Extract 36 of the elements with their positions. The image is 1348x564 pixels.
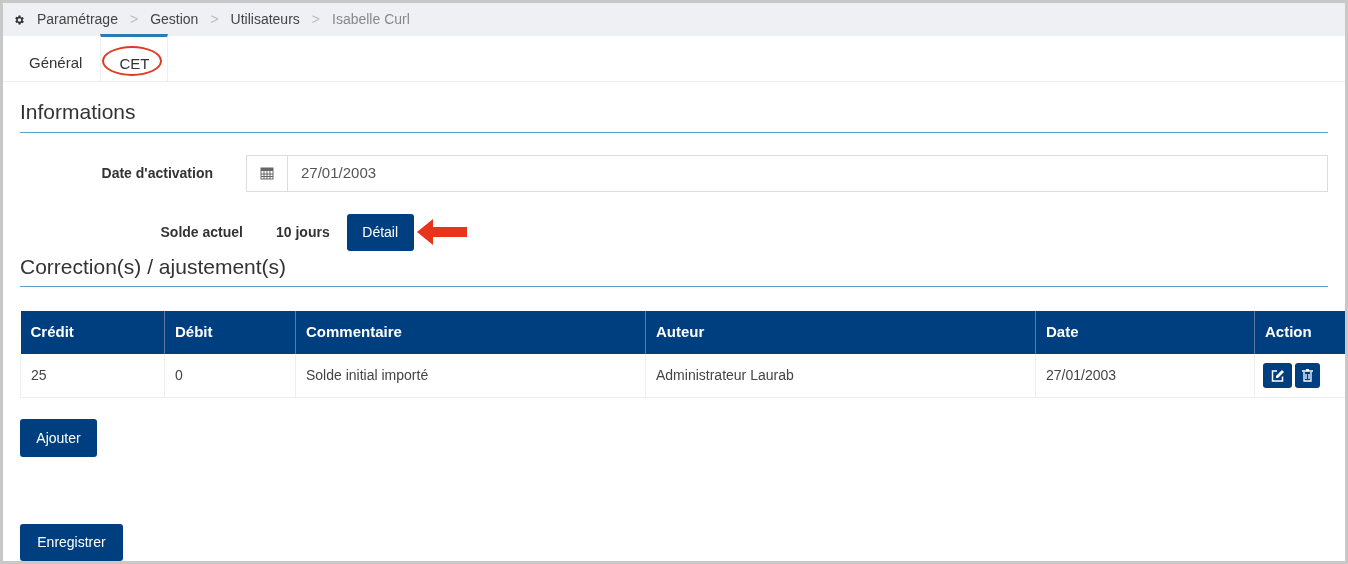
breadcrumb-link[interactable]: Utilisateurs [230,9,300,30]
breadcrumb-link[interactable]: Gestion [150,9,199,30]
table-cell: Administrateur Laurab [645,353,1036,398]
tab[interactable]: Général [11,36,101,81]
detail-button[interactable]: Détail [346,213,414,251]
column-header: Auteur [645,311,1036,354]
save-button[interactable]: Enregistrer [20,524,123,561]
delete-button[interactable] [1295,362,1320,388]
trash-icon [1302,368,1313,382]
balance-value: 10 jours [276,222,330,242]
add-button[interactable]: Ajouter [20,419,97,457]
date-field[interactable]: 27/01/2003 [246,154,1328,192]
breadcrumb-separator: > [210,10,219,29]
breadcrumb-link[interactable]: Paramétrage [37,9,118,30]
column-header: Débit [164,311,296,354]
section-title: Informations [20,100,136,123]
calendar-icon [260,166,274,180]
breadcrumb-current: Isabelle Curl [332,10,410,29]
tab[interactable]: CET [100,34,169,81]
breadcrumb-separator: > [129,10,139,29]
table-cell: 27/01/2003 [1035,353,1255,398]
annotation-arrow [416,219,467,245]
table-cell: 0 [164,353,296,398]
field-label: Solde actuel [159,222,244,242]
column-header: Crédit [20,311,165,354]
edit-icon [1270,368,1285,382]
section-title: Correction(s) / ajustement(s) [20,254,287,278]
column-header: Action [1254,311,1345,354]
table-cell: Solde initial importé [295,353,646,398]
gear-icon [13,13,25,26]
column-header: Commentaire [295,311,646,354]
breadcrumb-separator: > [311,10,320,29]
column-header: Date [1035,311,1255,354]
table-cell: 25 [20,353,165,398]
field-label: Date d'activation [100,163,214,183]
edit-button[interactable] [1263,362,1292,388]
